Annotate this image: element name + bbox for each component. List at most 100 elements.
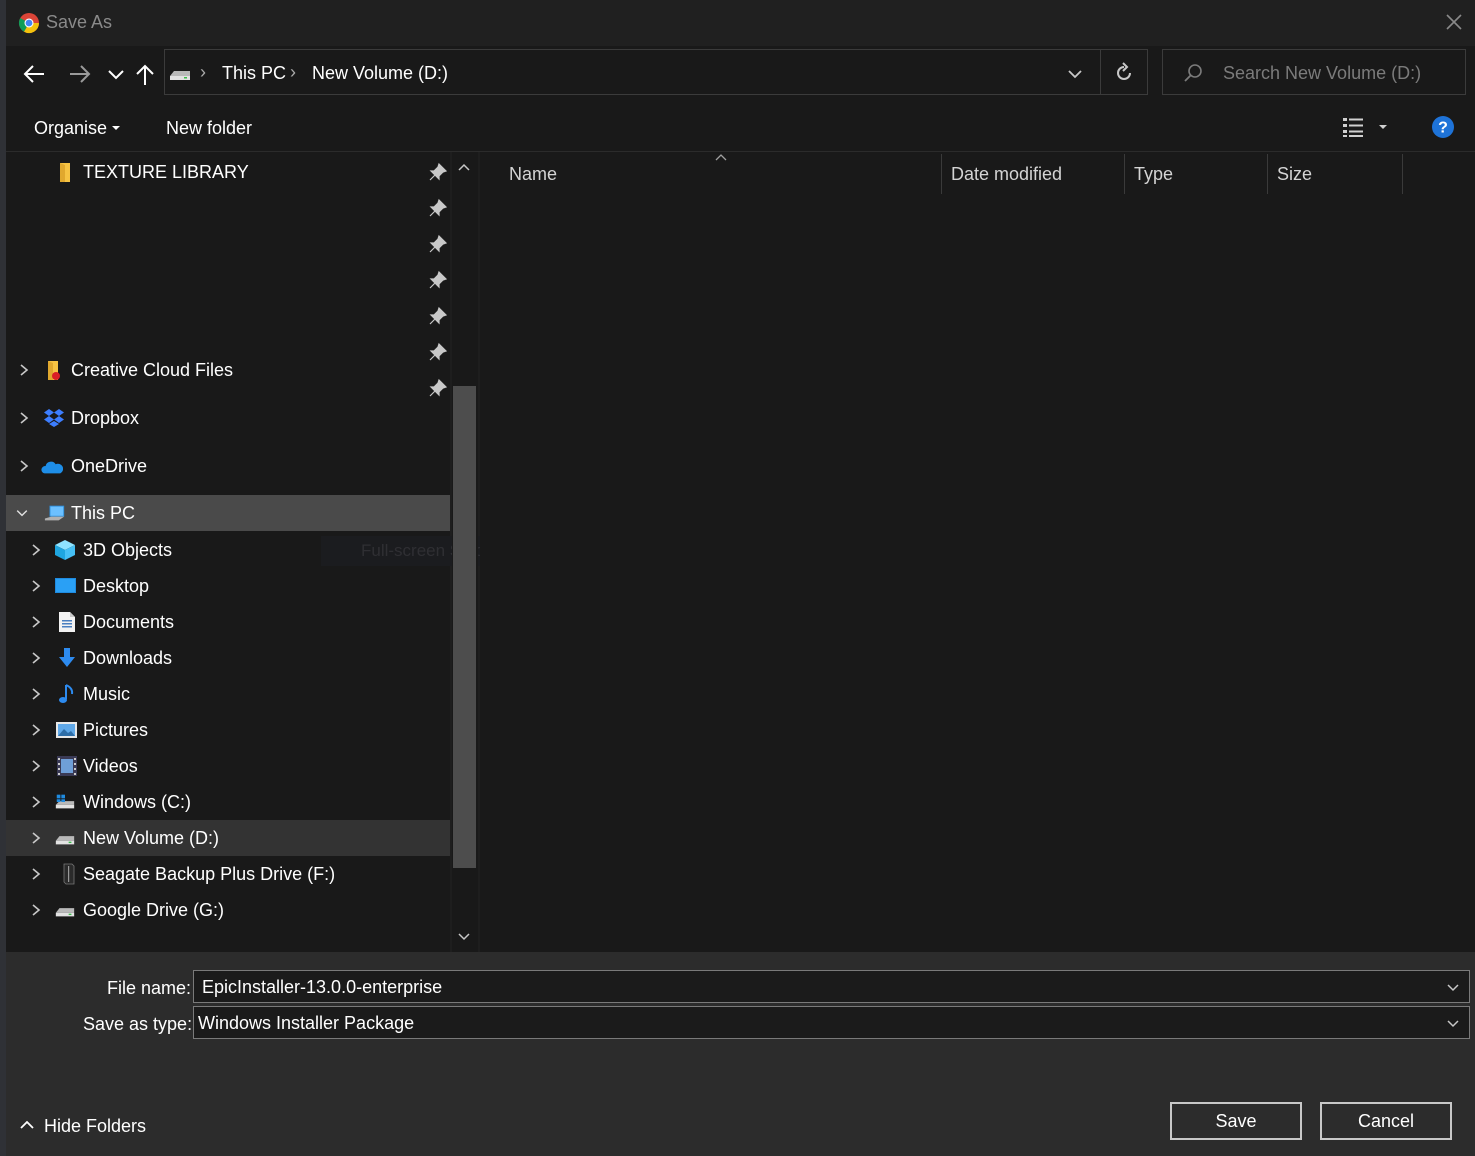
drive-icon <box>170 71 190 80</box>
sidebar-item-google-drive-g[interactable]: Google Drive (G:) <box>6 892 450 928</box>
chevron-down-icon[interactable] <box>1445 979 1461 995</box>
view-dropdown-icon[interactable] <box>1377 122 1389 132</box>
save-as-type-label: Save as type: <box>83 1014 193 1034</box>
sidebar-item-seagate-f[interactable]: Seagate Backup Plus Drive (F:) <box>6 856 450 892</box>
file-name-field[interactable]: EpicInstaller-13.0.0-enterprise <box>193 970 1470 1003</box>
sidebar-item-label: Music <box>83 684 131 704</box>
drive-icon <box>55 836 75 845</box>
sidebar-item-label: Videos <box>83 756 138 776</box>
column-header-name[interactable]: Name <box>509 164 557 185</box>
scroll-down-icon[interactable] <box>456 930 472 944</box>
sidebar-item-desktop[interactable]: Desktop <box>6 568 450 604</box>
sidebar-item-label: Desktop <box>83 576 150 596</box>
save-as-type-select[interactable]: Windows Installer Package <box>193 1006 1470 1039</box>
refresh-icon[interactable] <box>1113 62 1135 84</box>
breadcrumb-this-pc[interactable]: This PC <box>222 63 286 84</box>
new-folder-button[interactable]: New folder <box>166 118 252 139</box>
sidebar-item-downloads[interactable]: Downloads <box>6 640 450 676</box>
chevron-right-icon[interactable] <box>28 756 44 776</box>
pin-icon[interactable] <box>428 162 448 182</box>
organise-dropdown-icon <box>112 126 120 130</box>
hide-folders-button[interactable]: Hide Folders <box>44 1116 146 1137</box>
chevron-right-icon[interactable] <box>28 648 44 668</box>
pin-icon[interactable] <box>428 306 448 326</box>
sidebar-item-onedrive[interactable]: OneDrive <box>6 448 450 474</box>
column-divider[interactable] <box>941 154 942 194</box>
sidebar-item-creative-cloud-files[interactable]: Creative Cloud Files <box>6 352 450 388</box>
sidebar-item-label: Creative Cloud Files <box>71 360 234 380</box>
chevron-down-icon[interactable] <box>14 503 30 523</box>
chrome-icon <box>18 13 40 34</box>
chevron-right-icon[interactable] <box>28 900 44 920</box>
sidebar-item-windows-c[interactable]: Windows (C:) <box>6 784 450 820</box>
pin-icon[interactable] <box>428 234 448 254</box>
file-list[interactable] <box>480 152 1475 952</box>
documents-icon <box>59 612 75 632</box>
column-header-type[interactable]: Type <box>1134 164 1173 185</box>
column-divider[interactable] <box>1124 154 1125 194</box>
file-name-value[interactable]: EpicInstaller-13.0.0-enterprise <box>202 977 442 998</box>
sidebar-item-this-pc[interactable]: This PC <box>6 495 450 531</box>
pictures-icon <box>56 722 77 738</box>
chevron-right-icon[interactable] <box>28 828 44 848</box>
breadcrumb-new-volume[interactable]: New Volume (D:) <box>312 63 448 84</box>
videos-icon <box>57 756 77 776</box>
arrow-right-icon[interactable] <box>64 58 96 90</box>
chevron-down-icon[interactable] <box>1445 1015 1461 1031</box>
sidebar-item-label: This PC <box>71 503 136 523</box>
sidebar-item-texture-library[interactable]: TEXTURE LIBRARY <box>6 154 450 190</box>
chevron-right-icon[interactable] <box>28 720 44 740</box>
sidebar-item-label: OneDrive <box>71 456 148 474</box>
column-header-date-modified[interactable]: Date modified <box>951 164 1062 185</box>
column-header-size[interactable]: Size <box>1277 164 1312 185</box>
help-icon[interactable]: ? <box>1431 115 1455 139</box>
chevron-right-icon[interactable] <box>28 864 44 884</box>
3d-objects-icon <box>55 540 75 560</box>
chevron-down-icon[interactable] <box>100 58 132 90</box>
chevron-right-icon[interactable] <box>16 408 32 428</box>
cancel-button[interactable]: Cancel <box>1320 1102 1452 1140</box>
arrow-left-icon[interactable] <box>18 58 50 90</box>
column-divider[interactable] <box>1402 154 1403 194</box>
dropbox-icon <box>44 409 64 427</box>
pin-icon[interactable] <box>428 270 448 290</box>
organise-button[interactable]: Organise <box>34 118 107 139</box>
breadcrumb-separator-icon: › <box>200 62 206 82</box>
arrow-up-icon[interactable] <box>129 58 161 90</box>
chevron-right-icon[interactable] <box>28 576 44 596</box>
sidebar-item-new-volume-d[interactable]: New Volume (D:) <box>6 820 450 856</box>
save-as-type-value[interactable]: Windows Installer Package <box>198 1013 414 1034</box>
window-title: Save As <box>46 12 113 32</box>
column-divider[interactable] <box>1267 154 1268 194</box>
chevron-up-icon[interactable] <box>18 1117 36 1133</box>
pin-icon[interactable] <box>428 198 448 218</box>
chevron-right-icon[interactable] <box>16 456 32 474</box>
file-name-label: File name: <box>107 978 192 998</box>
sidebar-item-dropbox[interactable]: Dropbox <box>6 400 450 436</box>
view-options-icon[interactable] <box>1342 116 1366 138</box>
close-icon[interactable] <box>1440 8 1468 36</box>
svg-text:?: ? <box>1438 120 1448 137</box>
sidebar-item-documents[interactable]: Documents <box>6 604 450 640</box>
sidebar-item-videos[interactable]: Videos <box>6 748 450 784</box>
chevron-right-icon[interactable] <box>28 540 44 560</box>
chevron-right-icon[interactable] <box>28 684 44 704</box>
chevron-right-icon[interactable] <box>28 792 44 812</box>
sidebar-item-music[interactable]: Music <box>6 676 450 712</box>
this-pc-icon <box>44 505 65 521</box>
sidebar-item-pictures[interactable]: Pictures <box>6 712 450 748</box>
search-input[interactable]: Search New Volume (D:) <box>1223 63 1421 84</box>
chevron-right-icon[interactable] <box>28 612 44 632</box>
onedrive-icon <box>41 461 63 474</box>
sidebar-item-label: New Volume (D:) <box>83 828 220 848</box>
search-icon <box>1184 64 1202 82</box>
chevron-right-icon[interactable] <box>16 360 32 380</box>
sidebar-item-label: Google Drive (G:) <box>83 900 225 920</box>
sidebar-item-label: Downloads <box>83 648 173 668</box>
scrollbar-thumb[interactable] <box>453 386 476 868</box>
address-dropdown-icon[interactable] <box>1066 66 1084 82</box>
music-icon <box>59 684 74 703</box>
save-button[interactable]: Save <box>1170 1102 1302 1140</box>
sidebar-item-label: TEXTURE LIBRARY <box>83 162 249 182</box>
scroll-up-icon[interactable] <box>456 160 472 174</box>
